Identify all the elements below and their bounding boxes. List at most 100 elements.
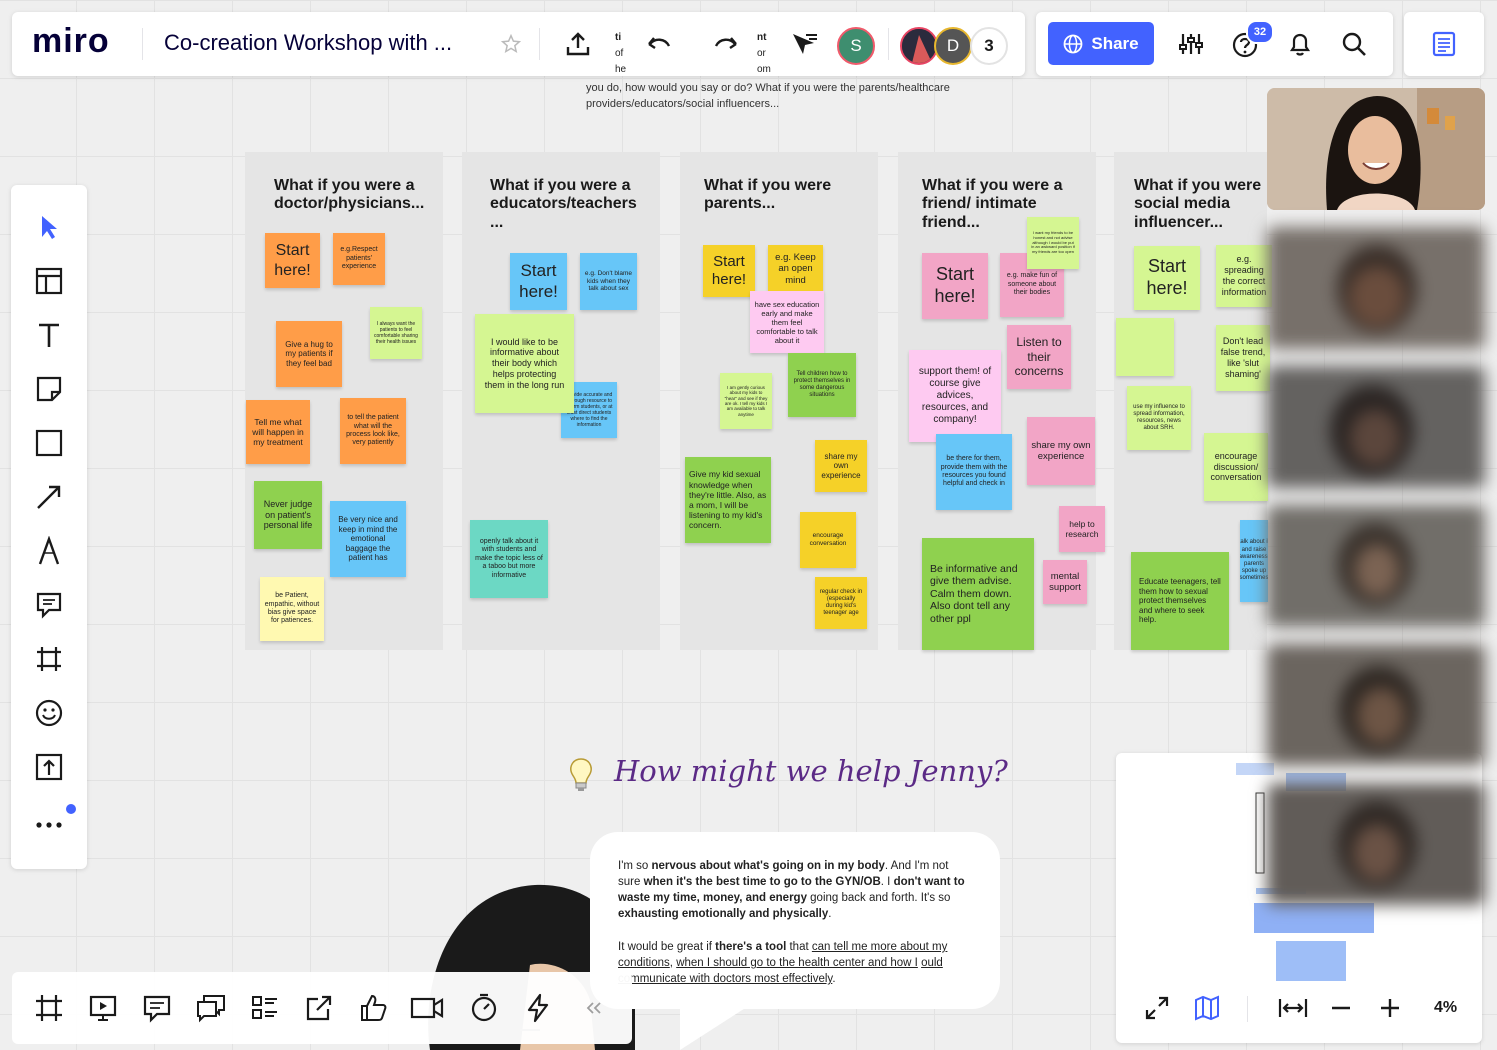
collaboration-cursor-icon[interactable] — [784, 24, 824, 64]
upload-icon[interactable] — [29, 747, 69, 787]
sticky-note[interactable]: e.g.Respect patients' experience — [333, 233, 385, 285]
sticky-note[interactable]: support them! of course give advices, re… — [909, 350, 1001, 442]
sticky-note[interactable]: openly talk about it with students and m… — [470, 520, 548, 598]
emoji-reaction-icon[interactable] — [29, 693, 69, 733]
sticky-note[interactable]: Be very nice and keep in mind the emotio… — [330, 501, 406, 577]
quote-text-run: exhausting emotionally and physically — [618, 908, 829, 920]
timer-icon[interactable] — [464, 988, 504, 1028]
more-collaborators-count[interactable]: 3 — [970, 27, 1008, 65]
text-tool-icon[interactable] — [29, 315, 69, 355]
board-title[interactable]: Co-creation Workshop with ... — [164, 30, 452, 56]
sticky-note[interactable]: I am gently curious about my kids to "he… — [720, 373, 772, 429]
sticky-note[interactable]: e.g. Don't blame kids when they talk abo… — [580, 253, 637, 310]
collaborator-avatar[interactable]: D — [934, 27, 972, 65]
zoom-level[interactable]: 4% — [1434, 999, 1457, 1017]
sticky-note[interactable]: help to research — [1059, 506, 1105, 552]
undo-icon[interactable] — [639, 24, 679, 64]
quote-text-run: when it's the best time to go to the GYN… — [643, 876, 881, 888]
pen-tool-icon[interactable] — [29, 531, 69, 571]
sticky-note[interactable]: use my influence to spread information, … — [1127, 386, 1191, 450]
share-button[interactable]: Share — [1048, 22, 1154, 65]
sticky-note[interactable]: Be informative and give them advise. Cal… — [922, 538, 1034, 650]
sticky-note[interactable]: encourage conversation — [800, 512, 856, 568]
fit-to-screen-icon[interactable] — [1137, 988, 1177, 1028]
sticky-note[interactable]: encourage discussion/ conversation — [1204, 433, 1268, 501]
frames-icon[interactable] — [29, 988, 69, 1028]
export-icon[interactable] — [558, 24, 598, 64]
redo-icon[interactable] — [706, 24, 746, 64]
sticky-note[interactable]: I always want the patients to feel comfo… — [370, 307, 422, 359]
fit-width-icon[interactable] — [1273, 988, 1313, 1028]
quote-text-run: . I — [880, 876, 894, 888]
sticky-note[interactable] — [1116, 318, 1174, 376]
lightbulb-icon — [566, 756, 596, 794]
star-icon[interactable] — [491, 24, 531, 64]
sticky-note[interactable]: Educate teenagers, tell them how to sexu… — [1131, 552, 1229, 650]
zoom-out-icon[interactable] — [1321, 988, 1361, 1028]
collaborator-avatar-photo[interactable] — [900, 27, 938, 65]
sticky-note[interactable]: I want my friends to be honest and not a… — [1027, 217, 1079, 269]
frame-title: What if you were a educators/teachers ..… — [490, 177, 637, 231]
video-tile-participant-3[interactable] — [1267, 366, 1485, 488]
lightning-icon[interactable] — [518, 988, 558, 1028]
comments-icon[interactable] — [137, 988, 177, 1028]
sticky-note[interactable]: e.g. Keep an open mind — [768, 245, 823, 293]
video-tile-participant-2[interactable] — [1267, 227, 1485, 349]
shape-tool-icon[interactable] — [29, 423, 69, 463]
connection-line-icon[interactable] — [29, 477, 69, 517]
sticky-note[interactable]: be there for them, provide them with the… — [936, 434, 1012, 510]
sticky-note-icon[interactable] — [29, 369, 69, 409]
video-tile-participant-4[interactable] — [1267, 505, 1485, 627]
sticky-note[interactable]: be Patient, empathic, without bias give … — [260, 577, 324, 641]
sticky-note[interactable]: Listen to their concerns — [1007, 325, 1071, 389]
sticky-note[interactable]: share my own experience — [815, 440, 867, 492]
sticky-note[interactable]: Tell children how to protect themselves … — [788, 353, 856, 417]
video-tile-participant-1[interactable] — [1267, 88, 1485, 210]
map-toggle-icon[interactable] — [1187, 988, 1227, 1028]
video-tile-participant-6[interactable] — [1267, 783, 1485, 905]
sticky-note[interactable]: regular check in (especially during kid'… — [815, 577, 867, 629]
more-tools-dot — [66, 804, 76, 814]
video-call-icon[interactable] — [407, 988, 447, 1028]
more-tools-icon[interactable] — [29, 805, 69, 845]
share-screen-icon[interactable] — [299, 988, 339, 1028]
sticky-note[interactable]: Give a hug to my patients if they feel b… — [276, 321, 342, 387]
templates-icon[interactable] — [29, 261, 69, 301]
sticky-note[interactable]: I would like to be informative about the… — [475, 314, 574, 413]
sticky-note[interactable]: have sex education early and make them f… — [750, 291, 824, 353]
quote-text-run: nervous about what's going on in my body — [651, 860, 885, 872]
sticky-note[interactable]: Start here! — [1134, 246, 1200, 310]
sticky-note[interactable]: to tell the patient what will the proces… — [340, 398, 406, 464]
settings-sliders-icon[interactable] — [1171, 24, 1211, 64]
miro-logo[interactable]: miro — [32, 22, 110, 61]
sticky-note[interactable]: Start here! — [703, 245, 755, 297]
zoom-in-icon[interactable] — [1370, 988, 1410, 1028]
frame-title: What if you were a doctor/physicians... — [274, 177, 425, 213]
sticky-note[interactable]: talk about it and raise awareness, paren… — [1240, 520, 1268, 602]
frame-tool-icon[interactable] — [29, 639, 69, 679]
cards-list-icon[interactable] — [245, 988, 285, 1028]
chat-icon[interactable] — [191, 988, 231, 1028]
video-tile-participant-5[interactable] — [1267, 644, 1485, 766]
notification-bell-icon[interactable] — [1280, 24, 1320, 64]
sticky-note[interactable]: Start here! — [265, 233, 320, 288]
search-icon[interactable] — [1334, 24, 1374, 64]
collapse-toolbar-icon[interactable] — [574, 988, 614, 1028]
sticky-note[interactable]: Start here! — [510, 253, 567, 310]
sticky-note[interactable]: Give my kid sexual knowledge when they'r… — [685, 457, 771, 543]
sticky-note[interactable]: Never judge on patient's personal life — [254, 481, 322, 549]
sticky-note[interactable]: Tell me what will happen in my treatment — [246, 400, 310, 464]
sticky-note[interactable]: Start here! — [922, 253, 988, 319]
notes-icon[interactable] — [1424, 24, 1464, 64]
collaborator-avatar[interactable]: S — [837, 27, 875, 65]
presentation-icon[interactable] — [83, 988, 123, 1028]
select-cursor-icon[interactable] — [29, 207, 69, 247]
sticky-note[interactable]: Don't lead false trend, like 'slut shami… — [1216, 325, 1270, 391]
voting-thumb-icon[interactable] — [353, 988, 393, 1028]
persona-quote-bubble[interactable]: I'm so nervous about what's going on in … — [590, 832, 1000, 1009]
sticky-note[interactable]: e.g. spreading the correct information — [1216, 245, 1272, 307]
quote-text-run: It would be great if — [618, 941, 716, 953]
comment-icon[interactable] — [29, 585, 69, 625]
sticky-note[interactable]: share my own experience — [1027, 417, 1095, 485]
sticky-note[interactable]: mental support — [1043, 560, 1087, 604]
